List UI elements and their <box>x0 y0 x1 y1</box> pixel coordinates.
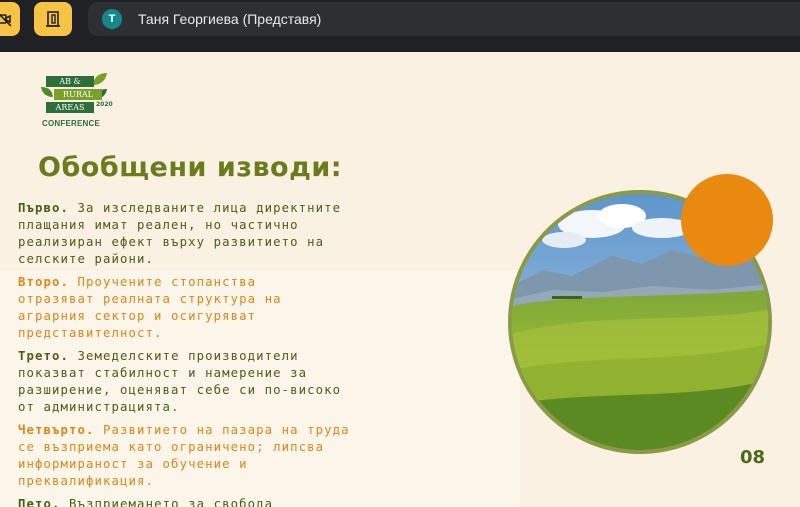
conclusions-list: Първо. За изследваните лица директните п… <box>18 200 518 507</box>
slide-title: Обобщени изводи: <box>38 152 343 183</box>
point-key: Четвърто. <box>18 423 95 437</box>
page-number: 08 <box>740 447 766 468</box>
avatar: Т <box>102 9 122 29</box>
list-item: Четвърто. Развитието на пазара на труда … <box>18 422 518 490</box>
door-exit-icon <box>46 11 60 27</box>
presenter-banner: Т Таня Георгиева (Представя) <box>88 2 800 36</box>
point-key: Второ. <box>18 275 70 289</box>
logo-year: 2020 <box>96 101 113 108</box>
presenter-name: Таня Георгиева (Представя) <box>138 11 322 27</box>
conference-logo: AB & RURAL AREAS 2020 CONFERENCE <box>40 72 113 136</box>
leaf-icon <box>93 73 107 85</box>
logo-line-3: AREAS <box>46 102 94 113</box>
camera-off-button[interactable] <box>0 2 20 36</box>
point-text: Възприемането за свобода <box>60 497 274 507</box>
camera-off-icon <box>0 13 12 27</box>
presentation-slide: AB & RURAL AREAS 2020 CONFERENCE Обобщен… <box>0 52 800 507</box>
list-item: Пето. Възприемането за свобода <box>18 496 518 507</box>
leaf-icon <box>41 87 53 97</box>
point-key: Пето. <box>18 497 61 507</box>
leave-button[interactable] <box>34 2 72 36</box>
orange-circle-decoration <box>681 174 773 266</box>
list-item: Трето. Земеделските производители показв… <box>18 348 518 416</box>
list-item: Първо. За изследваните лица директните п… <box>18 200 518 268</box>
logo-conference: CONFERENCE <box>42 119 101 128</box>
list-item: Второ. Проучените стопанства отразяват р… <box>18 274 518 342</box>
logo-line-1: AB & <box>46 76 94 87</box>
point-key: Трето. <box>18 349 70 363</box>
point-key: Първо. <box>18 201 70 215</box>
logo-line-2: RURAL <box>54 89 102 100</box>
meeting-toolbar: Т Таня Георгиева (Представя) <box>0 0 800 40</box>
